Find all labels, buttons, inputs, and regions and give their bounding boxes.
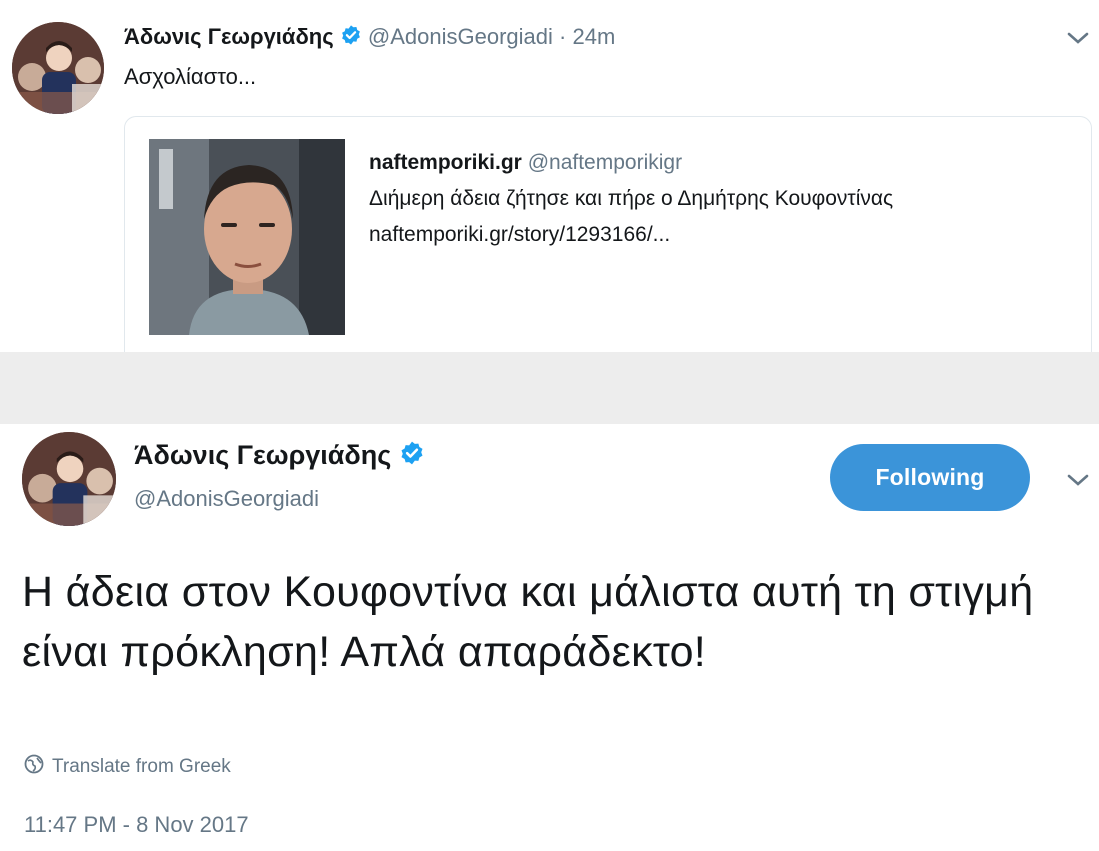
card-source-name: naftemporiki.gr <box>369 151 522 174</box>
verified-badge-icon <box>340 24 362 52</box>
tweet-timestamp[interactable]: 11:47 PM - 8 Nov 2017 <box>24 812 249 838</box>
tweet-header: Άδωνις Γεωργιάδης @AdonisGeorgiadi · 24m <box>124 24 615 52</box>
quoted-tweet: Άδωνις Γεωργιάδης @AdonisGeorgiadi · 24m… <box>0 0 1099 357</box>
author-name[interactable]: Άδωνις Γεωργιάδης <box>134 440 391 470</box>
chevron-down-icon[interactable] <box>1066 30 1090 51</box>
link-card[interactable]: naftemporiki.gr @naftemporikigr Διήμερη … <box>124 116 1092 357</box>
author-avatar[interactable] <box>22 432 116 526</box>
author-name-row: Άδωνις Γεωργιάδης <box>134 440 425 473</box>
following-button[interactable]: Following <box>830 444 1030 511</box>
verified-badge-icon <box>399 440 425 473</box>
separator-band <box>0 352 1099 424</box>
author-name[interactable]: Άδωνις Γεωργιάδης <box>124 24 334 49</box>
author-avatar[interactable] <box>12 22 104 114</box>
main-tweet: Άδωνις Γεωργιάδης @AdonisGeorgiadi Follo… <box>0 424 1099 851</box>
tweet-text: Η άδεια στον Κουφοντίνα και μάλιστα αυτή… <box>22 568 1034 676</box>
author-handle[interactable]: @AdonisGeorgiadi <box>368 24 553 49</box>
tweet-time[interactable]: 24m <box>573 24 616 49</box>
separator-dot: · <box>559 24 567 49</box>
card-source: naftemporiki.gr @naftemporikigr <box>369 151 682 175</box>
translate-link[interactable]: Translate from Greek <box>24 754 231 780</box>
card-headline: Διήμερη άδεια ζήτησε και πήρε ο Δημήτρης… <box>369 187 894 210</box>
card-thumbnail <box>149 139 345 335</box>
tweet-text: Ασχολίαστο... <box>124 64 257 89</box>
globe-icon <box>24 754 44 780</box>
translate-label[interactable]: Translate from Greek <box>52 756 231 778</box>
card-link[interactable]: naftemporiki.gr/story/1293166/... <box>369 223 670 247</box>
card-source-handle: @naftemporikigr <box>527 151 683 174</box>
author-handle[interactable]: @AdonisGeorgiadi <box>134 486 319 512</box>
chevron-down-icon[interactable] <box>1066 472 1090 493</box>
